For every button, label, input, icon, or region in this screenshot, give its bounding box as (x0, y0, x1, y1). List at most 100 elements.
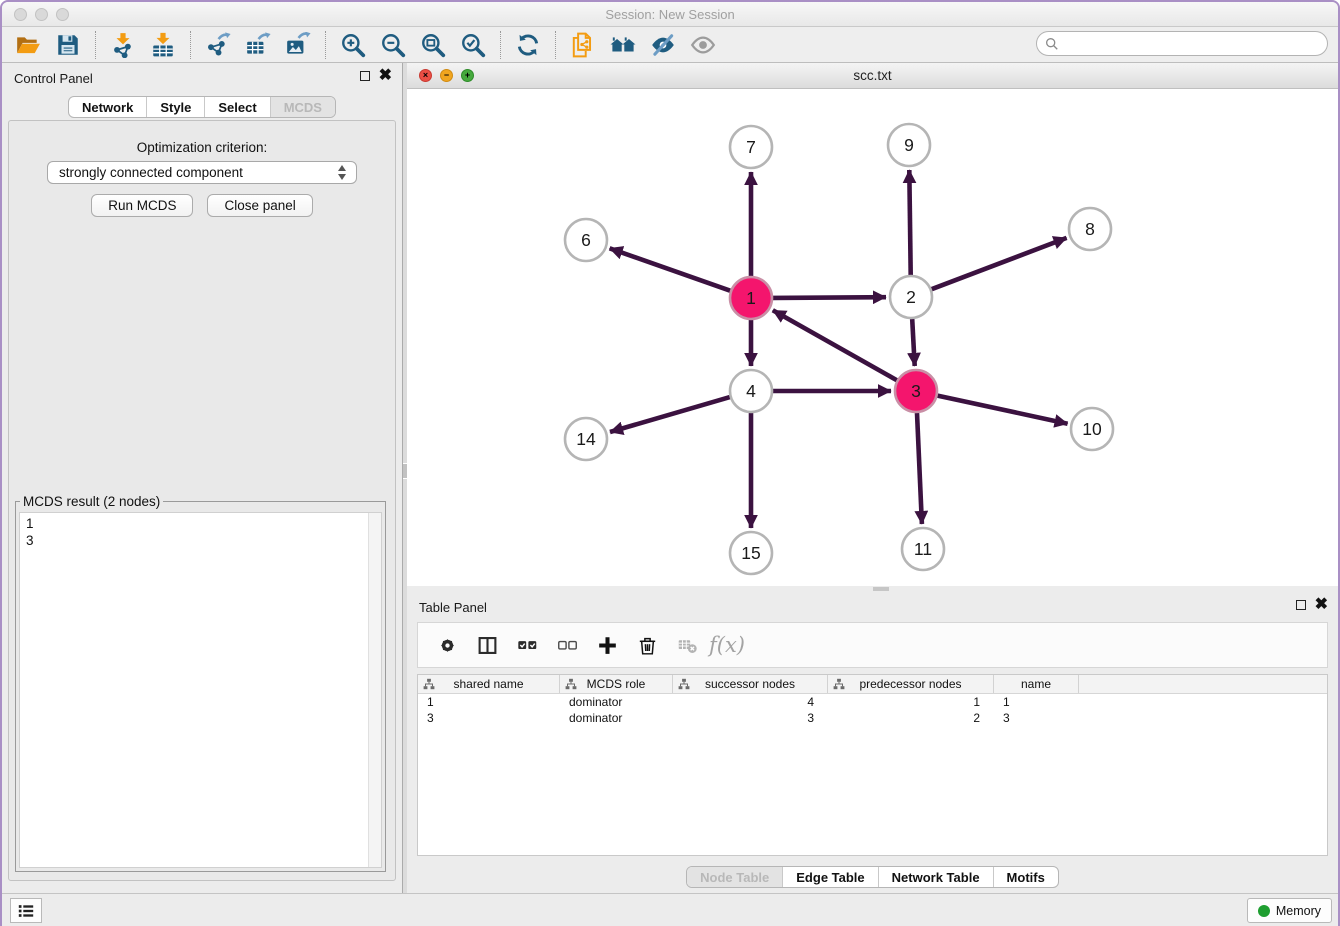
task-history-button[interactable] (10, 898, 42, 923)
export-network-button[interactable] (198, 30, 238, 60)
open-file-button[interactable] (8, 30, 48, 60)
criterion-value: strongly connected component (59, 165, 243, 180)
mcds-result-area[interactable]: 1 3 (19, 512, 382, 868)
network-window-titlebar: × − + scc.txt (407, 63, 1338, 89)
hide-selected-button[interactable] (643, 30, 683, 60)
float-table-panel-icon[interactable] (1296, 600, 1306, 610)
import-network-button[interactable] (103, 30, 143, 60)
node-3[interactable]: 3 (895, 370, 937, 412)
tab-style[interactable]: Style (146, 97, 204, 117)
table-row[interactable]: 1dominator411 (418, 694, 1327, 710)
edge-4-14[interactable] (610, 397, 730, 432)
horizontal-divider-grip[interactable] (873, 587, 889, 591)
table-cell[interactable]: dominator (560, 695, 673, 709)
table-cell[interactable]: 2 (828, 711, 994, 725)
node-label: 9 (904, 135, 914, 155)
control-panel-tabs: NetworkStyleSelectMCDS (68, 96, 336, 118)
node-label: 15 (741, 543, 760, 563)
column-header-shared-name[interactable]: shared name (418, 675, 560, 693)
hide-selected-icon (650, 32, 676, 58)
node-11[interactable]: 11 (902, 528, 944, 570)
table-cell[interactable]: 3 (994, 711, 1079, 725)
tab-mcds[interactable]: MCDS (270, 97, 335, 117)
copy-network-button[interactable] (563, 30, 603, 60)
edge-3-10[interactable] (938, 396, 1068, 424)
node-15[interactable]: 15 (730, 532, 772, 574)
import-table-button[interactable] (143, 30, 183, 60)
table-cell[interactable]: 1 (418, 695, 560, 709)
node-label: 4 (746, 381, 756, 401)
memory-status-icon (1258, 905, 1270, 917)
save-session-icon (55, 32, 81, 58)
table-panel: Table Panel ✖ f(x) shared nameMCDS roles… (407, 592, 1338, 893)
edge-2-3[interactable] (912, 319, 915, 366)
tab-motifs[interactable]: Motifs (993, 867, 1058, 887)
edge-1-2[interactable] (773, 297, 886, 298)
column-label: successor nodes (705, 677, 795, 691)
close-panel-icon[interactable]: ✖ (379, 71, 392, 81)
delete-columns-button[interactable] (630, 628, 664, 662)
table-cell[interactable]: 3 (673, 711, 828, 725)
application-window: Session: New Session Control Panel ✖ Net… (0, 0, 1340, 926)
search-box[interactable] (1036, 31, 1328, 56)
select-all-button[interactable] (510, 628, 544, 662)
deselect-all-button[interactable] (550, 628, 584, 662)
refresh-view-button[interactable] (508, 30, 548, 60)
home-view-button[interactable] (603, 30, 643, 60)
tab-node-table[interactable]: Node Table (687, 867, 782, 887)
search-input[interactable] (1059, 36, 1327, 51)
table-cell[interactable]: dominator (560, 711, 673, 725)
export-table-button[interactable] (238, 30, 278, 60)
table-cell[interactable]: 4 (673, 695, 828, 709)
edge-3-11[interactable] (917, 413, 922, 524)
column-header-name[interactable]: name (994, 675, 1079, 693)
column-header-predecessor-nodes[interactable]: predecessor nodes (828, 675, 994, 693)
node-2[interactable]: 2 (890, 276, 932, 318)
table-cell[interactable]: 1 (828, 695, 994, 709)
function-builder-button: f(x) (710, 628, 744, 662)
zoom-out-button[interactable] (373, 30, 413, 60)
node-8[interactable]: 8 (1069, 208, 1111, 250)
tab-edge-table[interactable]: Edge Table (782, 867, 877, 887)
node-4[interactable]: 4 (730, 370, 772, 412)
export-image-button[interactable] (278, 30, 318, 60)
tab-select[interactable]: Select (204, 97, 269, 117)
zoom-fit-button[interactable] (413, 30, 453, 60)
zoom-selected-button[interactable] (453, 30, 493, 60)
close-table-panel-icon[interactable]: ✖ (1315, 600, 1328, 610)
node-14[interactable]: 14 (565, 418, 607, 460)
node-9[interactable]: 9 (888, 124, 930, 166)
table-row[interactable]: 3dominator323 (418, 710, 1327, 726)
node-7[interactable]: 7 (730, 126, 772, 168)
column-label: MCDS role (587, 677, 646, 691)
network-canvas[interactable]: 1 2 3 4 6 7 8 9 10 11 14 15 (407, 89, 1338, 586)
zoom-in-button[interactable] (333, 30, 373, 60)
criterion-dropdown[interactable]: strongly connected component (47, 161, 357, 184)
column-header-mcds-role[interactable]: MCDS role (560, 675, 673, 693)
memory-label: Memory (1276, 904, 1321, 918)
edge-2-8[interactable] (932, 238, 1067, 289)
show-all-icon (690, 32, 716, 58)
edge-3-1[interactable] (773, 310, 897, 380)
close-panel-button[interactable]: Close panel (207, 194, 312, 217)
tab-network[interactable]: Network (69, 97, 146, 117)
node-1[interactable]: 1 (730, 277, 772, 319)
table-cell[interactable]: 3 (418, 711, 560, 725)
network-graph: 1 2 3 4 6 7 8 9 10 11 14 15 (407, 89, 1336, 586)
create-column-button[interactable] (590, 628, 624, 662)
edge-1-6[interactable] (610, 248, 731, 290)
search-icon (1045, 37, 1059, 51)
node-10[interactable]: 10 (1071, 408, 1113, 450)
show-hide-columns-button[interactable] (470, 628, 504, 662)
table-cell[interactable]: 1 (994, 695, 1079, 709)
column-header-successor-nodes[interactable]: successor nodes (673, 675, 828, 693)
tab-network-table[interactable]: Network Table (878, 867, 993, 887)
node-6[interactable]: 6 (565, 219, 607, 261)
table-options-button[interactable] (430, 628, 464, 662)
run-mcds-button[interactable]: Run MCDS (91, 194, 193, 217)
float-panel-icon[interactable] (360, 71, 370, 81)
save-session-button[interactable] (48, 30, 88, 60)
result-scrollbar[interactable] (368, 513, 381, 867)
memory-button[interactable]: Memory (1247, 898, 1332, 923)
edge-2-9[interactable] (909, 170, 910, 275)
